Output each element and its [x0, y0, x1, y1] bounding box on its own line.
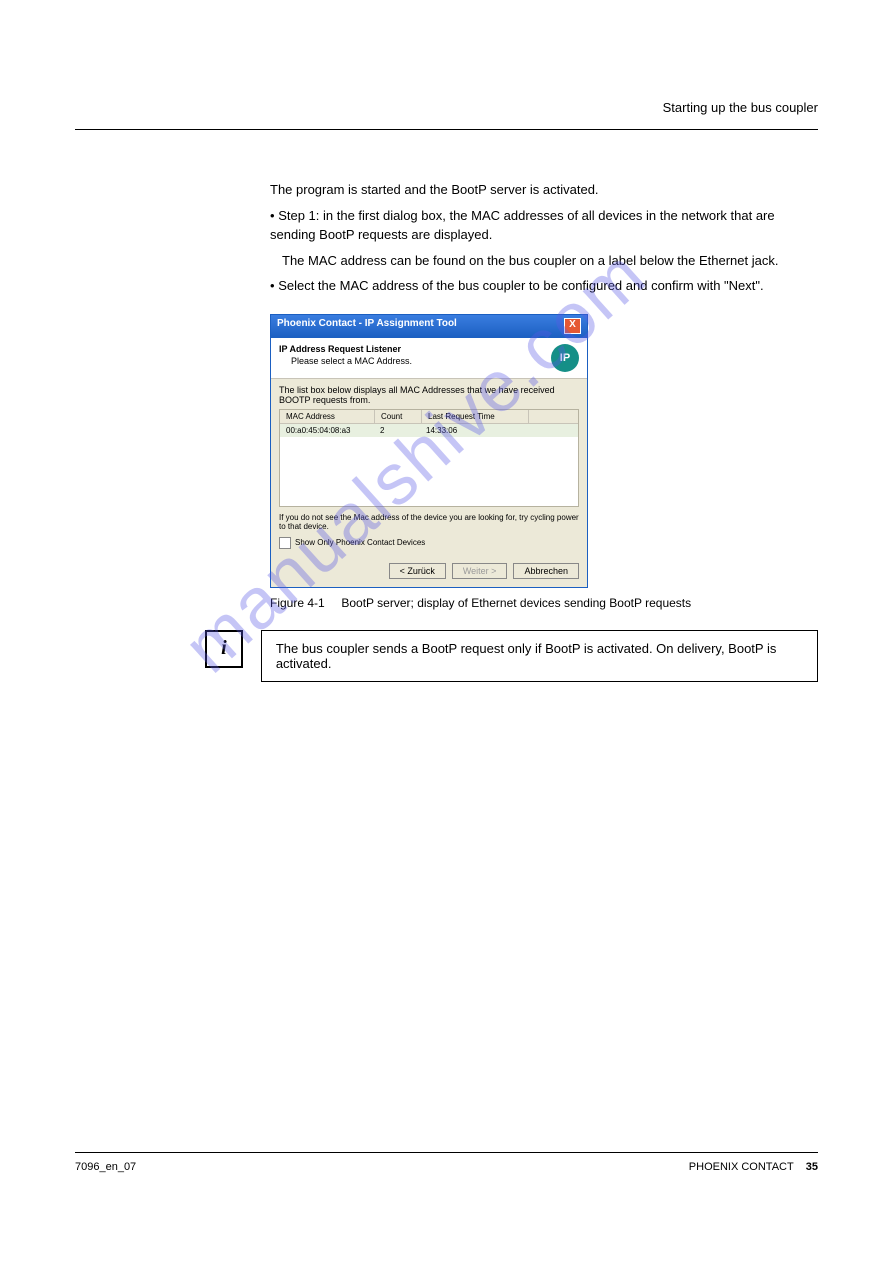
- ip-assign-dialog: Phoenix Contact - IP Assignment Tool X I…: [270, 314, 588, 588]
- note-box: The bus coupler sends a BootP request on…: [261, 630, 818, 682]
- intro-line: The program is started and the BootP ser…: [270, 180, 818, 200]
- info-icon: i: [205, 630, 243, 668]
- mac-listbox[interactable]: MAC Address Count Last Request Time 00:a…: [279, 409, 579, 507]
- close-icon[interactable]: X: [564, 318, 581, 334]
- checkbox-label: Show Only Phoenix Contact Devices: [295, 538, 425, 547]
- figure-caption: Figure 4-1 BootP server; display of Ethe…: [270, 596, 818, 610]
- page-footer: 7096_en_07 PHOENIX CONTACT 35: [75, 1152, 818, 1173]
- page-header: Starting up the bus coupler: [75, 100, 818, 130]
- dialog-list-intro: The list box below displays all MAC Addr…: [279, 385, 579, 405]
- row-mac: 00:a0:45:04:08:a3: [280, 424, 374, 437]
- header-title: Starting up the bus coupler: [663, 100, 818, 115]
- step-1c: • Select the MAC address of the bus coup…: [270, 276, 818, 296]
- col-mac: MAC Address: [280, 410, 375, 423]
- row-count: 2: [374, 424, 420, 437]
- row-time: 14:33:06: [420, 424, 526, 437]
- doc-id: 7096_en_07: [75, 1161, 136, 1173]
- figure-number: Figure 4-1: [270, 596, 325, 610]
- bullet: •: [270, 278, 275, 293]
- page-number: 35: [806, 1161, 818, 1173]
- step-1c-text: Select the MAC address of the bus couple…: [278, 278, 763, 293]
- step-1b: The MAC address can be found on the bus …: [282, 251, 818, 271]
- table-row[interactable]: 00:a0:45:04:08:a3 2 14:33:06: [280, 424, 578, 437]
- dialog-head2: Please select a MAC Address.: [291, 356, 412, 366]
- list-header: MAC Address Count Last Request Time: [280, 410, 578, 424]
- step-1a: • Step 1: in the first dialog box, the M…: [270, 206, 818, 245]
- back-button[interactable]: < Zurück: [389, 563, 446, 579]
- dialog-header: IP Address Request Listener Please selec…: [271, 338, 587, 379]
- cancel-button[interactable]: Abbrechen: [513, 563, 579, 579]
- checkbox-icon[interactable]: [279, 537, 291, 549]
- col-count: Count: [375, 410, 422, 423]
- ip-badge-icon: IP: [551, 344, 579, 372]
- figure-dialog: Phoenix Contact - IP Assignment Tool X I…: [270, 314, 818, 588]
- footer-brand: PHOENIX CONTACT: [689, 1161, 794, 1173]
- dialog-head1: IP Address Request Listener: [279, 344, 412, 354]
- col-time: Last Request Time: [422, 410, 529, 423]
- dialog-title-text: Phoenix Contact - IP Assignment Tool: [277, 318, 457, 338]
- dialog-hint: If you do not see the Mac address of the…: [279, 513, 579, 531]
- step-1a-text: Step 1: in the first dialog box, the MAC…: [270, 208, 775, 243]
- dialog-titlebar: Phoenix Contact - IP Assignment Tool X: [271, 315, 587, 338]
- next-button[interactable]: Weiter >: [452, 563, 508, 579]
- bullet: •: [270, 208, 275, 223]
- show-only-pc-checkbox[interactable]: Show Only Phoenix Contact Devices: [279, 537, 579, 549]
- figure-caption-text: BootP server; display of Ethernet device…: [341, 596, 691, 610]
